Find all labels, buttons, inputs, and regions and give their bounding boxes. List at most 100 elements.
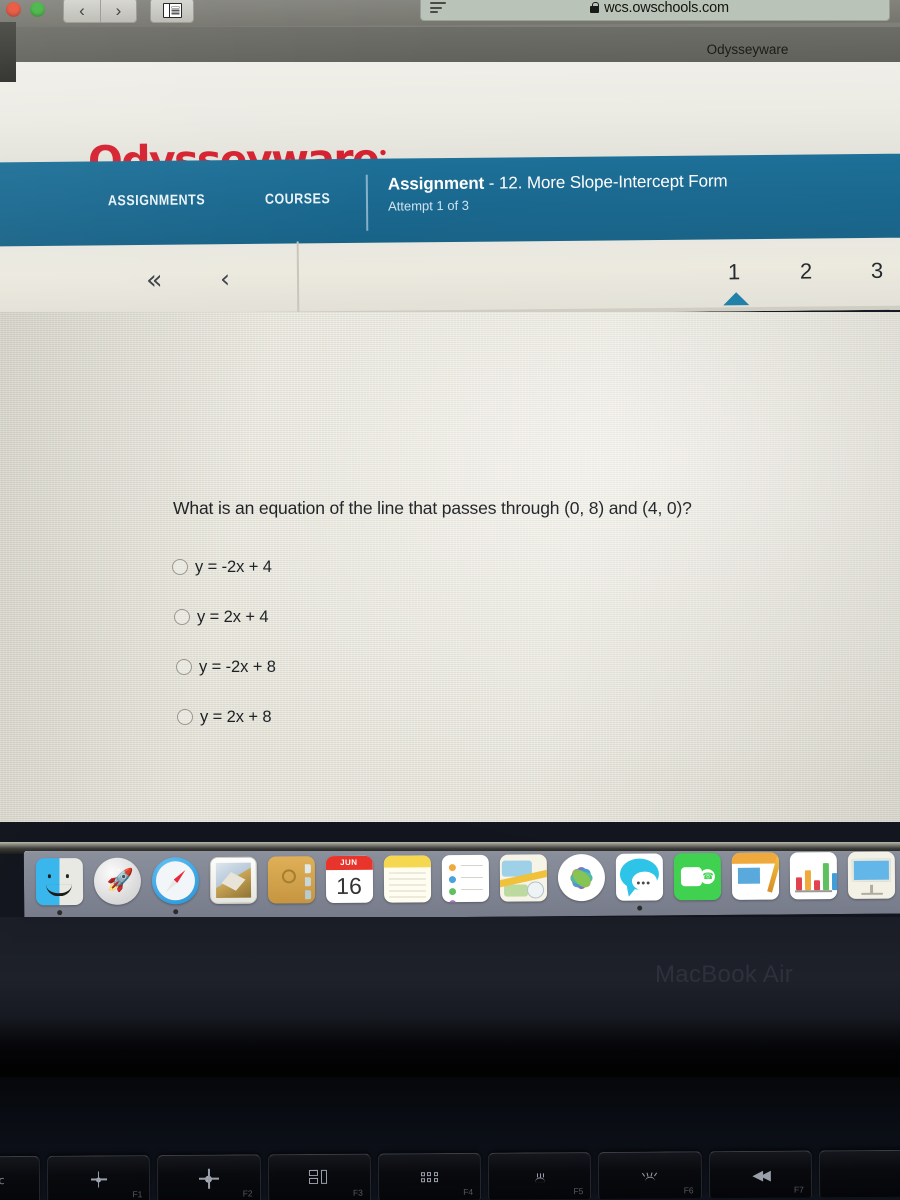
key-keyboard-light-down[interactable]: F5 (487, 1152, 592, 1200)
sun-small-icon (96, 1176, 102, 1182)
finder-icon (35, 858, 83, 906)
running-indicator (172, 909, 178, 915)
pages-icon (731, 852, 779, 900)
key-launchpad[interactable]: F4 (377, 1152, 482, 1200)
page-button-2[interactable]: 2 (800, 259, 812, 284)
dock-items: 🚀 JUN 16 ••• ☎ (30, 851, 900, 917)
chevron-right-icon: › (115, 1, 122, 20)
browser-toolbar: ‹ › wcs.owschools.com (0, 0, 900, 28)
hinge-shadow (0, 1017, 900, 1077)
forward-button[interactable]: › (100, 0, 137, 23)
photos-icon (557, 853, 605, 902)
key-brightness-up[interactable]: F2 (157, 1154, 261, 1200)
key-label-f7: F7 (793, 1184, 804, 1195)
assignment-title: Assignment - 12. More Slope-Intercept Fo… (388, 170, 868, 195)
radio-button-a[interactable] (172, 559, 188, 575)
web-page: Odysseyware• ASSIGNMENTS COURSES Assignm… (0, 62, 900, 822)
maps-icon (499, 854, 547, 902)
pagination-content: « ‹ 1 2 3 (0, 238, 900, 319)
sidebar-toggle-button[interactable] (150, 0, 194, 23)
mail-icon (209, 856, 257, 905)
dock-item-photos[interactable] (552, 851, 611, 916)
dock-item-pages[interactable] (726, 851, 785, 915)
radio-button-b[interactable] (174, 609, 190, 625)
close-window-button[interactable] (6, 2, 21, 17)
answer-choice-a[interactable]: y = -2x + 4 (0, 542, 900, 592)
dock-item-reminders[interactable] (436, 851, 495, 917)
numbers-icon (789, 852, 837, 900)
browser-tab-odysseyware[interactable]: Odysseyware (595, 36, 900, 62)
first-page-button[interactable]: « (146, 265, 163, 296)
calendar-icon: JUN 16 (325, 855, 373, 904)
maximize-window-button[interactable] (30, 2, 45, 17)
assignment-name: - 12. More Slope-Intercept Form (488, 171, 728, 193)
calendar-day: 16 (336, 872, 362, 899)
laptop-screen: ‹ › wcs.owschools.com Odysseyware • ASSI… (0, 0, 900, 945)
launchpad-icon: 🚀 (93, 857, 141, 905)
question-prompt: What is an equation of the line that pas… (173, 498, 692, 518)
dock-item-contacts[interactable] (262, 852, 321, 917)
dock-item-finder[interactable] (30, 854, 89, 917)
key-keyboard-light-up[interactable]: F6 (598, 1151, 702, 1199)
messages-icon: ••• (615, 853, 663, 901)
radio-button-c[interactable] (176, 659, 192, 675)
running-indicator (56, 910, 62, 916)
macos-dock: 🚀 JUN 16 ••• ☎ (0, 851, 900, 917)
url-text: wcs.owschools.com (604, 0, 729, 16)
facetime-icon: ☎ (673, 852, 721, 901)
key-label-f1: F1 (132, 1189, 143, 1200)
nav-item-courses[interactable]: COURSES (265, 191, 330, 208)
answer-choice-d-label: y = 2x + 8 (200, 707, 272, 726)
assignment-info: Assignment - 12. More Slope-Intercept Fo… (387, 170, 868, 214)
key-escape[interactable]: esc (0, 1155, 41, 1200)
dock-item-launchpad[interactable]: 🚀 (88, 854, 147, 917)
screenshot-root: ‹ › wcs.owschools.com Odysseyware • ASSI… (0, 0, 900, 1200)
answer-choice-b[interactable]: y = 2x + 4 (0, 592, 900, 642)
dock-item-notes[interactable] (378, 851, 437, 917)
dock-item-mail[interactable] (204, 853, 263, 917)
function-key-row: esc F1 F2 F3 F4 F5 F6 ◀◀ F7 (0, 1149, 900, 1200)
dock-item-numbers[interactable] (784, 851, 843, 914)
sun-large-icon (205, 1175, 213, 1183)
lock-icon (590, 2, 600, 13)
assignment-label: Assignment (387, 173, 485, 194)
current-page-marker (723, 292, 750, 306)
key-label-f3: F3 (352, 1187, 363, 1198)
key-brightness-down[interactable]: F1 (46, 1155, 151, 1200)
keyboard-bright-icon (641, 1170, 659, 1182)
key-mission-control[interactable]: F3 (267, 1153, 371, 1200)
dock-item-messages[interactable]: ••• (610, 851, 669, 916)
notes-icon (383, 855, 431, 903)
dock-item-calendar[interactable]: JUN 16 (320, 852, 379, 917)
running-indicator (636, 905, 642, 911)
launchpad-grid-icon (420, 1171, 438, 1183)
key-playpause[interactable] (818, 1149, 900, 1198)
nav-item-assignments[interactable]: ASSIGNMENTS (108, 192, 205, 209)
dock-item-maps[interactable] (494, 851, 553, 917)
dock-item-facetime[interactable]: ☎ (668, 851, 727, 915)
radio-button-d[interactable] (177, 709, 193, 725)
nav-divider (365, 174, 369, 231)
key-rewind[interactable]: ◀◀ F7 (708, 1150, 812, 1199)
dock-item-keynote[interactable] (842, 851, 900, 914)
reader-view-icon[interactable] (430, 2, 446, 13)
page-button-3[interactable]: 3 (871, 258, 883, 283)
page-button-1[interactable]: 1 (728, 259, 740, 284)
key-label-f6: F6 (683, 1185, 694, 1196)
back-button[interactable]: ‹ (63, 0, 100, 23)
window-traffic-lights (6, 2, 45, 17)
dock-item-safari[interactable] (146, 853, 205, 917)
safari-icon (151, 857, 199, 905)
contacts-icon (267, 856, 315, 904)
address-bar[interactable]: wcs.owschools.com (420, 0, 890, 21)
previous-page-button[interactable]: ‹ (220, 264, 230, 293)
key-label-f4: F4 (463, 1186, 474, 1197)
answer-choice-d[interactable]: y = 2x + 8 (0, 692, 900, 742)
answer-choice-c[interactable]: y = -2x + 8 (0, 642, 900, 692)
rewind-icon: ◀◀ (752, 1166, 768, 1183)
reminders-icon (441, 854, 489, 903)
key-label-f5: F5 (573, 1186, 584, 1197)
macbook-model-label: MacBook Air (655, 961, 794, 988)
pagination-divider (296, 241, 299, 314)
attempt-text: Attempt 1 of 3 (387, 197, 470, 214)
